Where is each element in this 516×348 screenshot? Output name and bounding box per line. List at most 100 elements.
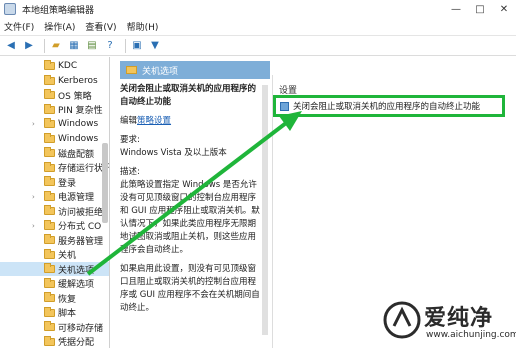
tree-item-label: 分布式 CO <box>58 222 102 232</box>
description-text: 此策略设置指定 Windows 是否允许没有可见顶级窗口的控制台应用程序和 GU… <box>120 180 260 255</box>
menu-file[interactable]: 文件(F) <box>4 20 34 33</box>
policy-description: 关闭会阻止或取消关机的应用程序的自动终止功能 编辑策略设置 要求: Window… <box>120 83 260 321</box>
tree-item-label: 可移动存储 <box>58 323 104 334</box>
menu-bar: 文件(F) 操作(A) 查看(V) 帮助(H) <box>0 18 516 36</box>
tree-item[interactable]: 关机选项 <box>0 262 109 276</box>
detail-header: 关机选项 <box>120 61 270 79</box>
policy-title: 关闭会阻止或取消关机的应用程序的自动终止功能 <box>120 84 257 107</box>
maximize-button[interactable]: □ <box>468 0 492 18</box>
menu-view[interactable]: 查看(V) <box>85 20 116 33</box>
minimize-button[interactable]: — <box>444 0 468 18</box>
folder-icon <box>44 89 55 99</box>
folder-icon <box>44 263 55 273</box>
app-icon <box>4 3 16 15</box>
tree-item[interactable]: PIN 复杂性 <box>0 103 109 117</box>
description-scrollbar[interactable] <box>262 85 268 335</box>
folder-icon <box>44 74 55 85</box>
folder-icon <box>44 248 55 259</box>
tree-item-label: 凭据分配 <box>58 338 95 348</box>
title-bar: 本地组策略编辑器 — □ ✕ <box>0 0 516 18</box>
folder-icon <box>44 292 55 302</box>
tree-panel[interactable]: KDC Kerberos OS 策略 PIN 复杂性 › Windows Windows 磁盘… <box>0 57 110 348</box>
toolbar-separator <box>44 38 45 53</box>
tree-item-label: 缓解选项 <box>58 280 95 290</box>
tree-item-label: OS 策略 <box>58 91 92 102</box>
filter-icon[interactable]: ▼ <box>148 39 162 53</box>
folder-icon <box>126 66 137 74</box>
edit-policy-link[interactable]: 策略设置 <box>137 116 171 126</box>
watermark: 爱纯净 www.aichunjing.com <box>382 300 516 346</box>
tree-item[interactable]: 登录 <box>0 175 109 189</box>
folder-icon <box>44 277 55 288</box>
tree-item[interactable]: 恢复 <box>0 291 109 305</box>
tree-item[interactable]: 脚本 <box>0 306 109 320</box>
folder-icon <box>44 118 55 128</box>
properties-icon[interactable]: ▣ <box>130 39 144 53</box>
detail-header-label: 关机选项 <box>142 66 179 77</box>
folder-icon <box>44 176 55 186</box>
tree-item[interactable]: 服务器管理 <box>0 233 109 247</box>
expand-chevron-icon[interactable]: › <box>32 222 35 230</box>
tree-item-label: 关机 <box>58 251 77 261</box>
expand-chevron-icon[interactable]: › <box>32 120 35 128</box>
requirements-text: Windows Vista 及以上版本 <box>120 148 227 158</box>
export-icon[interactable]: ▤ <box>85 39 99 53</box>
folder-icon <box>44 161 55 172</box>
tree-item-label: 磁盘配额 <box>58 149 95 160</box>
expand-chevron-icon[interactable]: › <box>32 193 35 201</box>
description-text-2: 如果启用此设置，则没有可见顶级窗口且阻止或取消关机的控制台应用程序或 GUI 应… <box>120 264 260 313</box>
tree-item-label: 脚本 <box>58 309 77 319</box>
back-icon[interactable]: ◀ <box>4 39 18 53</box>
tree-item-label: 恢复 <box>58 294 77 305</box>
edit-line: 编辑策略设置 <box>120 115 260 128</box>
tree-item[interactable]: 存储运行状况 <box>0 161 109 175</box>
tree-item-label: Kerberos <box>58 75 98 86</box>
folder-icon <box>44 190 55 201</box>
tree-item[interactable]: OS 策略 <box>0 88 109 102</box>
folder-icon <box>44 219 55 230</box>
tree-item-label: 关机选项 <box>58 265 95 276</box>
tree-item[interactable]: Windows <box>0 132 109 146</box>
watermark-logo-icon <box>383 301 421 339</box>
menu-action[interactable]: 操作(A) <box>44 20 75 33</box>
tree-item[interactable]: 凭据分配 <box>0 335 109 348</box>
policy-setting-label: 关闭会阻止或取消关机的应用程序的自动终止功能 <box>293 102 481 112</box>
tree-item-label: PIN 复杂性 <box>58 106 103 116</box>
tree-item[interactable]: 缓解选项 <box>0 277 109 291</box>
folder-icon <box>44 205 55 215</box>
help-icon[interactable]: ? <box>103 39 117 53</box>
tree-item[interactable]: 磁盘配额 <box>0 146 109 160</box>
toolbar-separator <box>125 38 126 53</box>
policy-setting-icon <box>280 101 289 111</box>
tree-item[interactable]: › 电源管理 <box>0 190 109 204</box>
edit-prefix: 编辑 <box>120 116 138 126</box>
tree-item-label: Windows <box>58 119 99 129</box>
tree-item[interactable]: › 分布式 CO <box>0 219 109 233</box>
tree-item-label: KDC <box>58 61 78 71</box>
policy-setting-row[interactable]: 关闭会阻止或取消关机的应用程序的自动终止功能 <box>273 95 505 117</box>
tree-item[interactable]: Kerberos <box>0 74 109 88</box>
tree-scrollbar[interactable] <box>102 143 108 223</box>
tree-item-label: 访问被拒绝 <box>58 207 104 218</box>
watermark-text-en: www.aichunjing.com <box>426 330 516 340</box>
close-button[interactable]: ✕ <box>492 0 516 18</box>
up-folder-icon[interactable]: ▰ <box>49 39 63 53</box>
show-hide-tree-icon[interactable]: ▦ <box>67 39 81 53</box>
folder-icon <box>44 306 55 317</box>
tree-item[interactable]: 访问被拒绝 <box>0 204 109 218</box>
tree-item[interactable]: 关机 <box>0 248 109 262</box>
folder-icon <box>44 234 55 244</box>
tree-item[interactable]: › Windows <box>0 117 109 131</box>
tree-item[interactable]: 可移动存储 <box>0 320 109 334</box>
menu-help[interactable]: 帮助(H) <box>127 20 159 33</box>
description-label: 描述: <box>120 167 140 177</box>
tree-item[interactable]: KDC <box>0 59 109 73</box>
tree-item-label: 电源管理 <box>58 193 95 203</box>
window-title: 本地组策略编辑器 <box>22 5 95 16</box>
requirements-label: 要求: <box>120 135 140 145</box>
folder-icon <box>44 132 55 143</box>
folder-icon <box>44 147 55 157</box>
tree-item-label: 登录 <box>58 178 77 189</box>
forward-icon[interactable]: ▶ <box>22 39 36 53</box>
folder-icon <box>44 60 55 70</box>
